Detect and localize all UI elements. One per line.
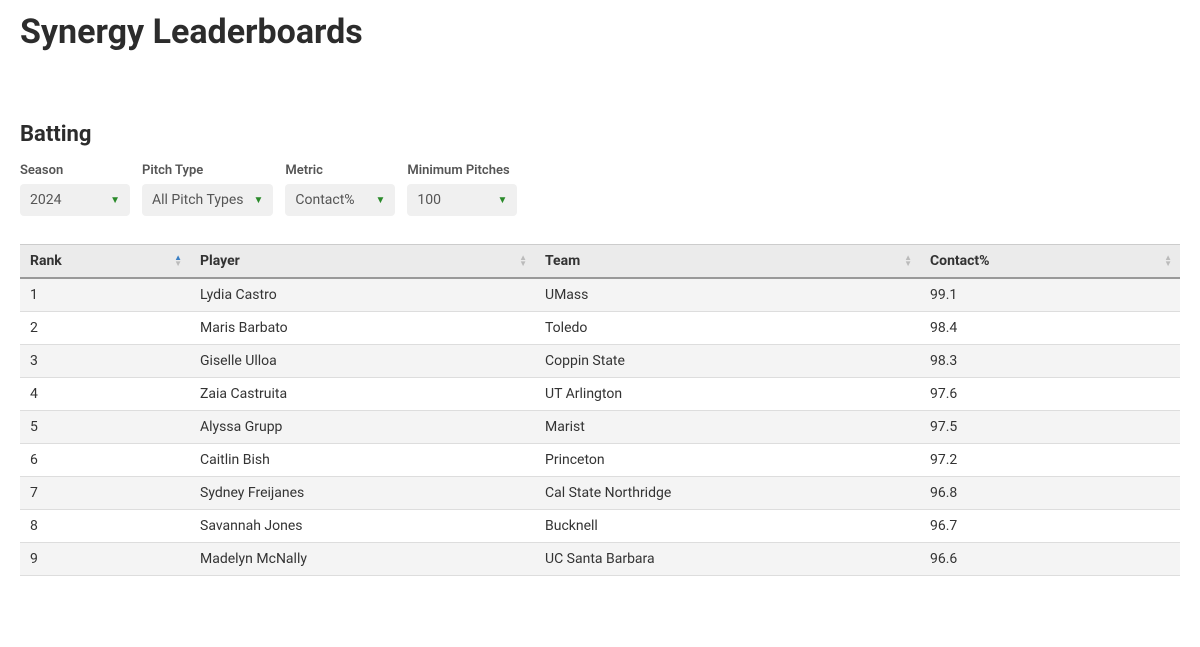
cell-rank: 4 xyxy=(20,378,190,411)
cell-metric: 97.2 xyxy=(920,444,1180,477)
cell-rank: 3 xyxy=(20,345,190,378)
filter-label: Metric xyxy=(285,163,395,178)
cell-rank: 8 xyxy=(20,510,190,543)
cell-team: Toledo xyxy=(535,312,920,345)
filter-season: Season 2024 ▼ xyxy=(20,163,130,216)
select-value: 2024 xyxy=(30,192,61,208)
cell-rank: 1 xyxy=(20,278,190,312)
cell-metric: 96.8 xyxy=(920,477,1180,510)
cell-player: Maris Barbato xyxy=(190,312,535,345)
filter-min-pitches: Minimum Pitches 100 ▼ xyxy=(407,163,517,216)
leaderboard-table: Rank ▲▼ Player ▲▼ Team ▲▼ Contact% ▲▼ 1L… xyxy=(20,244,1180,576)
select-value: 100 xyxy=(417,192,441,208)
cell-rank: 5 xyxy=(20,411,190,444)
col-header-label: Rank xyxy=(30,253,62,269)
col-header-player[interactable]: Player ▲▼ xyxy=(190,245,535,279)
cell-team: Cal State Northridge xyxy=(535,477,920,510)
cell-team: Bucknell xyxy=(535,510,920,543)
min-pitches-select[interactable]: 100 ▼ xyxy=(407,184,517,216)
col-header-rank[interactable]: Rank ▲▼ xyxy=(20,245,190,279)
table-row: 8Savannah JonesBucknell96.7 xyxy=(20,510,1180,543)
cell-player: Savannah Jones xyxy=(190,510,535,543)
cell-player: Giselle Ulloa xyxy=(190,345,535,378)
cell-team: Marist xyxy=(535,411,920,444)
cell-metric: 97.5 xyxy=(920,411,1180,444)
cell-team: UC Santa Barbara xyxy=(535,543,920,576)
table-row: 6Caitlin BishPrinceton97.2 xyxy=(20,444,1180,477)
caret-down-icon: ▼ xyxy=(497,195,507,206)
sort-icon: ▲▼ xyxy=(519,255,527,267)
table-header-row: Rank ▲▼ Player ▲▼ Team ▲▼ Contact% ▲▼ xyxy=(20,245,1180,279)
cell-metric: 99.1 xyxy=(920,278,1180,312)
cell-player: Sydney Freijanes xyxy=(190,477,535,510)
cell-player: Madelyn McNally xyxy=(190,543,535,576)
filter-label: Season xyxy=(20,163,130,178)
table-row: 3Giselle UlloaCoppin State98.3 xyxy=(20,345,1180,378)
col-header-label: Contact% xyxy=(930,253,990,269)
cell-team: Coppin State xyxy=(535,345,920,378)
cell-rank: 9 xyxy=(20,543,190,576)
cell-team: UT Arlington xyxy=(535,378,920,411)
page-title: Synergy Leaderboards xyxy=(20,12,1180,52)
col-header-team[interactable]: Team ▲▼ xyxy=(535,245,920,279)
sort-icon: ▲▼ xyxy=(174,255,182,267)
section-title: Batting xyxy=(20,122,1180,147)
sort-icon: ▲▼ xyxy=(904,255,912,267)
table-row: 7Sydney FreijanesCal State Northridge96.… xyxy=(20,477,1180,510)
table-row: 1Lydia CastroUMass99.1 xyxy=(20,278,1180,312)
table-row: 5Alyssa GruppMarist97.5 xyxy=(20,411,1180,444)
cell-metric: 98.4 xyxy=(920,312,1180,345)
pitch-type-select[interactable]: All Pitch Types ▼ xyxy=(142,184,273,216)
cell-player: Alyssa Grupp xyxy=(190,411,535,444)
cell-team: UMass xyxy=(535,278,920,312)
filter-metric: Metric Contact% ▼ xyxy=(285,163,395,216)
col-header-label: Player xyxy=(200,253,240,269)
caret-down-icon: ▼ xyxy=(253,195,263,206)
cell-metric: 96.6 xyxy=(920,543,1180,576)
filter-label: Pitch Type xyxy=(142,163,273,178)
cell-metric: 97.6 xyxy=(920,378,1180,411)
cell-player: Caitlin Bish xyxy=(190,444,535,477)
cell-metric: 98.3 xyxy=(920,345,1180,378)
select-value: All Pitch Types xyxy=(152,192,243,208)
filter-pitch-type: Pitch Type All Pitch Types ▼ xyxy=(142,163,273,216)
cell-rank: 7 xyxy=(20,477,190,510)
metric-select[interactable]: Contact% ▼ xyxy=(285,184,395,216)
caret-down-icon: ▼ xyxy=(110,195,120,206)
table-row: 9Madelyn McNallyUC Santa Barbara96.6 xyxy=(20,543,1180,576)
cell-player: Lydia Castro xyxy=(190,278,535,312)
cell-team: Princeton xyxy=(535,444,920,477)
table-row: 4Zaia CastruitaUT Arlington97.6 xyxy=(20,378,1180,411)
caret-down-icon: ▼ xyxy=(375,195,385,206)
col-header-metric[interactable]: Contact% ▲▼ xyxy=(920,245,1180,279)
cell-metric: 96.7 xyxy=(920,510,1180,543)
cell-player: Zaia Castruita xyxy=(190,378,535,411)
sort-icon: ▲▼ xyxy=(1164,255,1172,267)
cell-rank: 2 xyxy=(20,312,190,345)
filter-bar: Season 2024 ▼ Pitch Type All Pitch Types… xyxy=(20,163,1180,216)
select-value: Contact% xyxy=(295,192,354,208)
filter-label: Minimum Pitches xyxy=(407,163,517,178)
cell-rank: 6 xyxy=(20,444,190,477)
table-row: 2Maris BarbatoToledo98.4 xyxy=(20,312,1180,345)
season-select[interactable]: 2024 ▼ xyxy=(20,184,130,216)
col-header-label: Team xyxy=(545,253,580,269)
